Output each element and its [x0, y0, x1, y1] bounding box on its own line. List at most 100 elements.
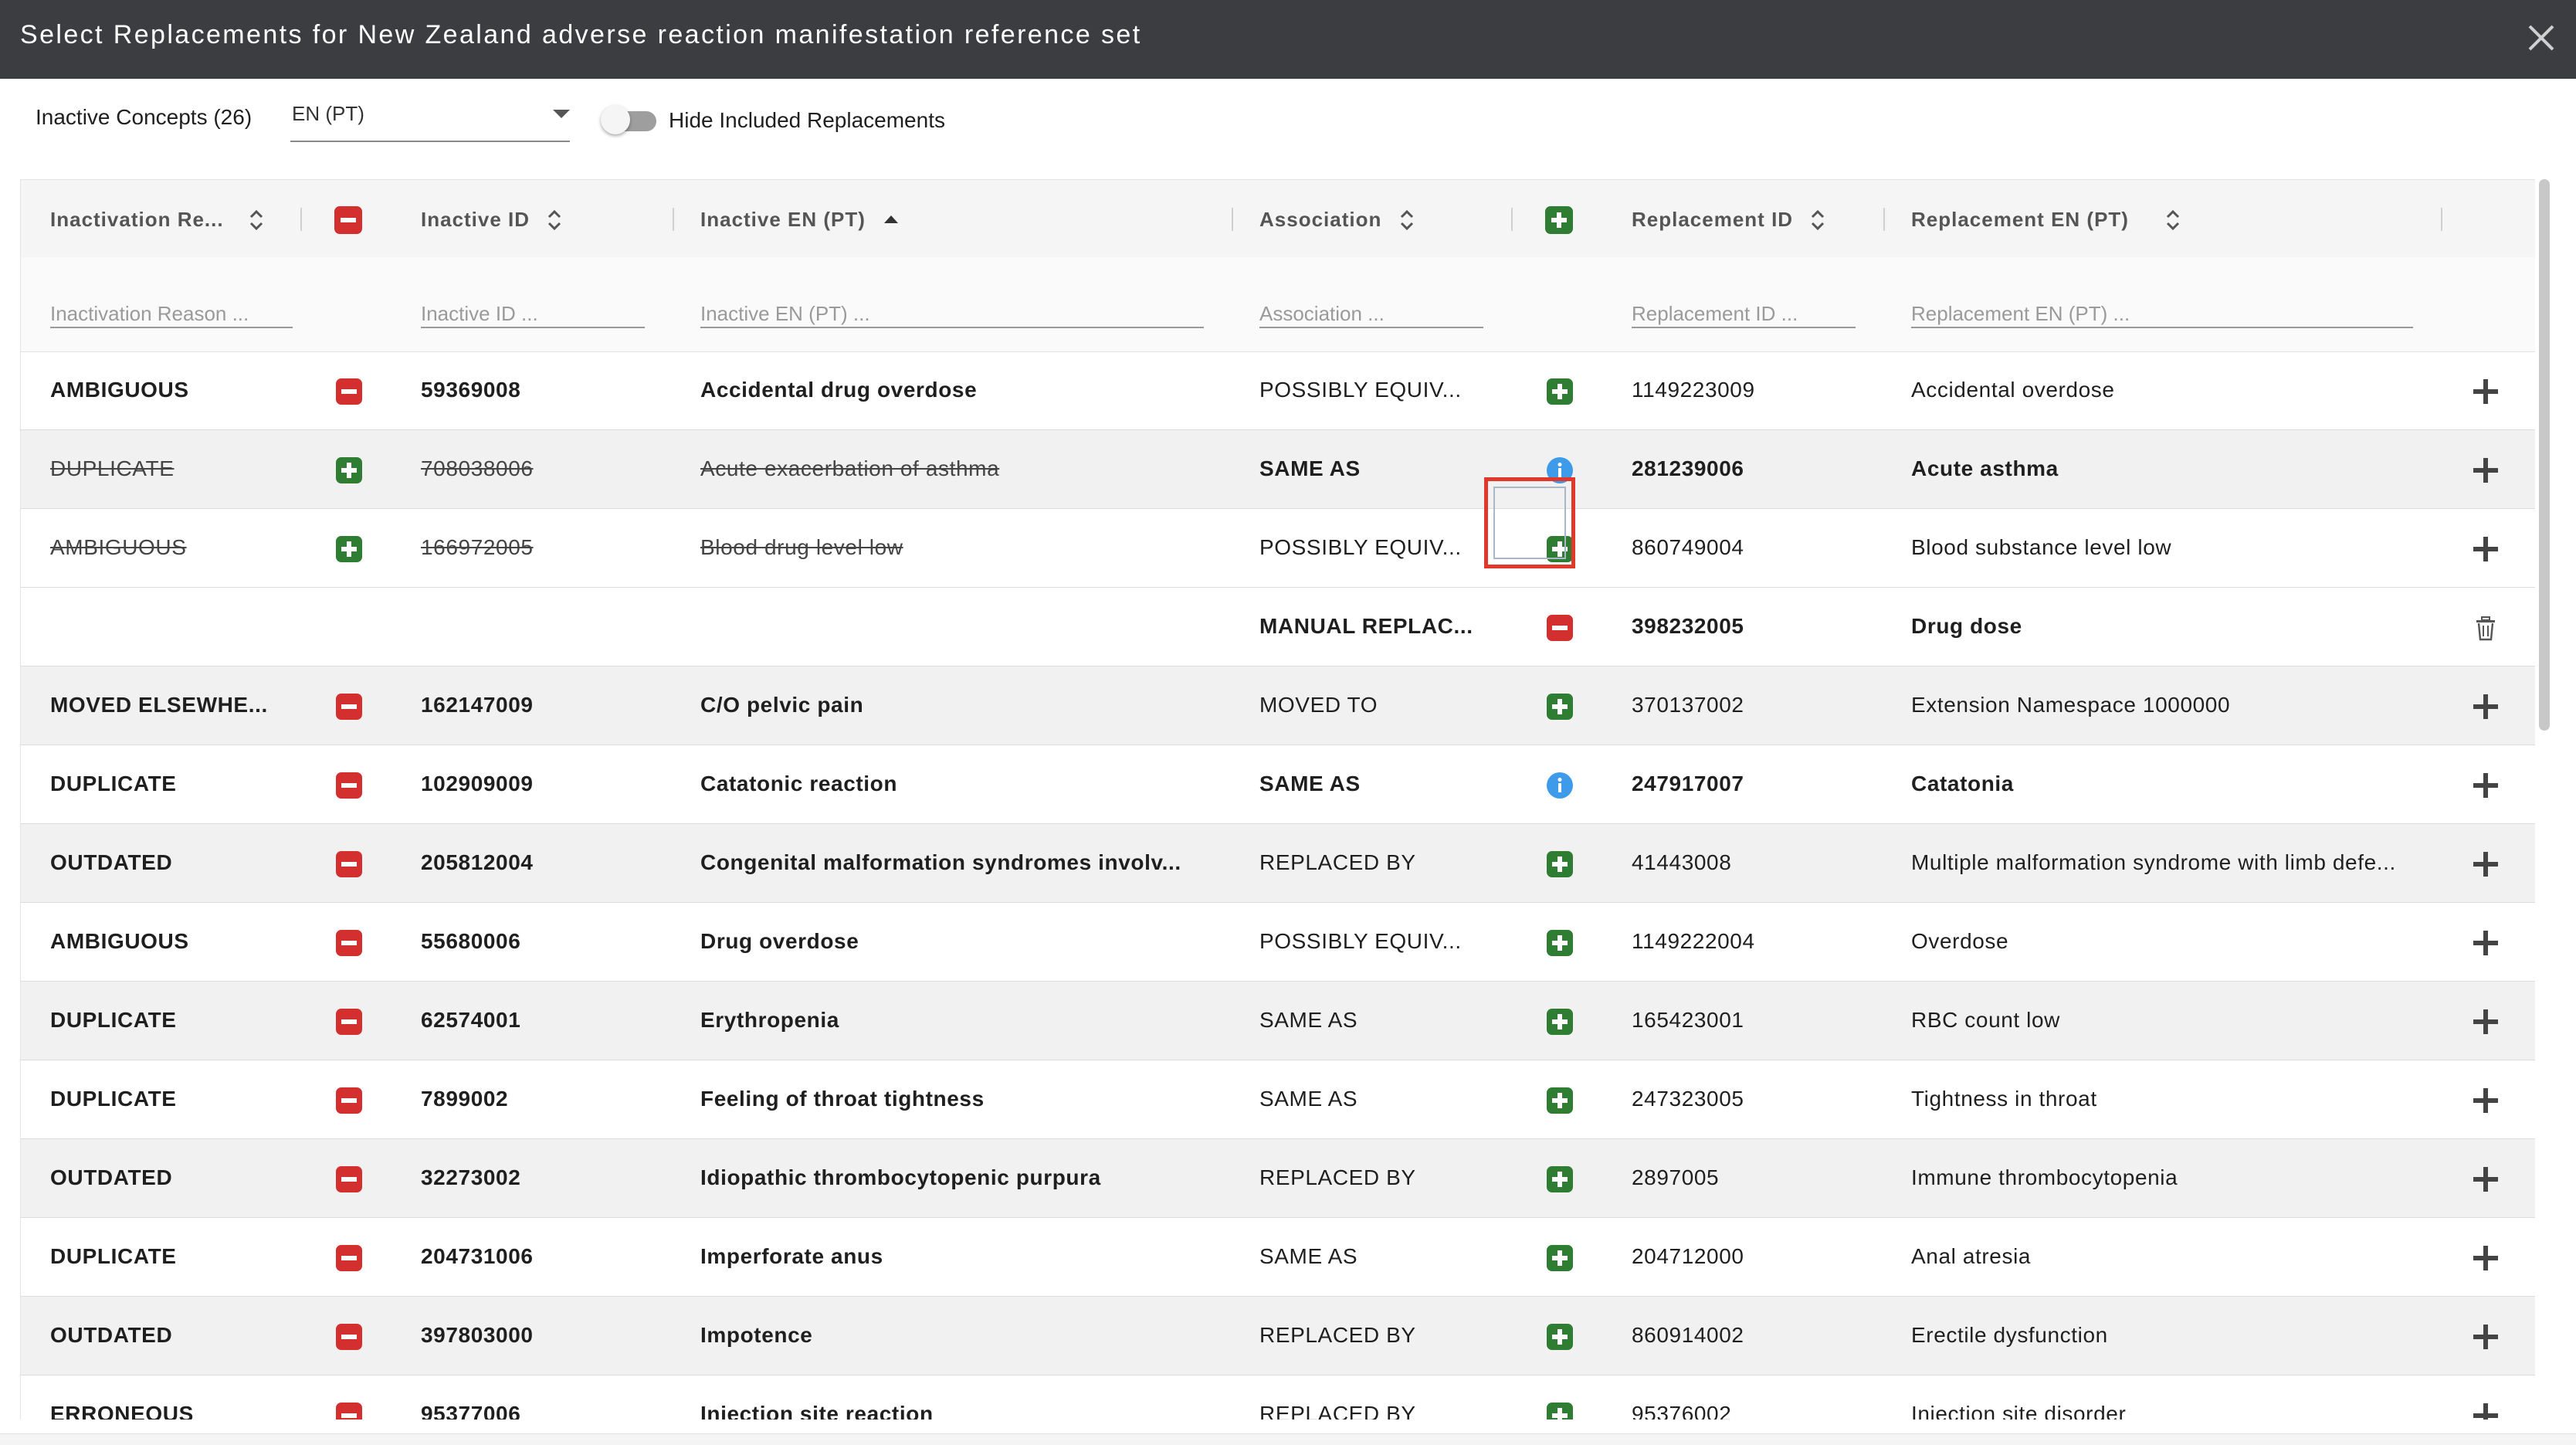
info-icon[interactable] [1547, 772, 1573, 799]
remove-icon[interactable] [336, 851, 362, 877]
column-separator [673, 208, 674, 231]
header-inactive-id[interactable]: Inactive ID [421, 208, 530, 232]
inactive-en: Accidental drug overdose [700, 378, 978, 402]
add-all-icon[interactable] [1545, 206, 1573, 234]
replacement-en: Anal atresia [1911, 1244, 2032, 1268]
replacement-en: Tightness in throat [1911, 1087, 2097, 1111]
table-row[interactable]: AMBIGUOUS 55680006 Drug overdose POSSIBLY E… [21, 903, 2535, 982]
add-row-icon[interactable] [2472, 772, 2500, 799]
inactive-en: Impotence [700, 1323, 813, 1347]
association: SAME AS [1259, 772, 1361, 795]
dialog-footer [0, 1433, 2576, 1445]
add-icon[interactable] [1547, 694, 1573, 720]
table-row[interactable]: DUPLICATE 7899002 Feeling of throat tightn… [21, 1060, 2535, 1139]
hide-included-toggle[interactable] [601, 105, 656, 134]
replacement-id: 398232005 [1632, 614, 1744, 638]
table-row[interactable]: DUPLICATE 62574001 Erythropenia SAME AS 1654… [21, 982, 2535, 1060]
add-icon[interactable] [1547, 1009, 1573, 1035]
focus-outline [1493, 487, 1566, 559]
header-inactive-en[interactable]: Inactive EN (PT) [700, 208, 866, 232]
add-row-icon[interactable] [2472, 1244, 2500, 1272]
sort-icon[interactable] [546, 208, 563, 232]
add-icon[interactable] [1547, 1324, 1573, 1350]
filter-association[interactable] [1259, 300, 1483, 328]
remove-icon[interactable] [336, 1166, 362, 1192]
inactive-en: Imperforate anus [700, 1244, 883, 1268]
add-icon[interactable] [336, 457, 362, 483]
header-replacement-id[interactable]: Replacement ID [1632, 208, 1793, 232]
add-row-icon[interactable] [2472, 1165, 2500, 1193]
remove-icon[interactable] [336, 1087, 362, 1114]
header-association[interactable]: Association [1259, 208, 1381, 232]
inactive-id: 95377006 [421, 1402, 521, 1420]
table-row[interactable]: DUPLICATE 708038006 Acute exacerbation of … [21, 430, 2535, 509]
add-row-icon[interactable] [2472, 850, 2500, 878]
remove-icon[interactable] [336, 1009, 362, 1035]
inactive-en: Erythropenia [700, 1008, 839, 1032]
remove-icon[interactable] [336, 694, 362, 720]
add-icon[interactable] [336, 536, 362, 562]
table-row[interactable]: ERRONEOUS 95377006 Injection site reaction… [21, 1375, 2535, 1420]
trash-icon[interactable] [2472, 614, 2500, 642]
header-inactivation-reason[interactable]: Inactivation Re... [50, 208, 224, 232]
close-icon[interactable] [2523, 20, 2559, 56]
add-icon[interactable] [1547, 1166, 1573, 1192]
add-row-icon[interactable] [2472, 1008, 2500, 1036]
remove-icon[interactable] [336, 930, 362, 956]
table-row[interactable]: OUTDATED 32273002 Idiopathic thrombocytope… [21, 1139, 2535, 1218]
replacement-en: Overdose [1911, 929, 2009, 953]
sort-ascending-icon[interactable] [883, 208, 900, 232]
sort-icon[interactable] [1809, 208, 1826, 232]
inactive-en: Drug overdose [700, 929, 859, 953]
add-icon[interactable] [1547, 1087, 1573, 1114]
sort-icon[interactable] [248, 208, 265, 232]
association: MANUAL REPLAC... [1259, 614, 1473, 638]
add-icon[interactable] [1547, 1245, 1573, 1271]
inactive-id: 7899002 [421, 1087, 509, 1111]
table-row[interactable]: AMBIGUOUS 59369008 Accidental drug overdos… [21, 351, 2535, 430]
add-icon[interactable] [1547, 1403, 1573, 1420]
filter-replacement-en[interactable] [1911, 300, 2413, 328]
add-row-icon[interactable] [2472, 929, 2500, 957]
add-row-icon[interactable] [2472, 693, 2500, 721]
remove-all-icon[interactable] [334, 206, 362, 234]
remove-icon[interactable] [336, 1403, 362, 1420]
remove-icon[interactable] [336, 1245, 362, 1271]
association: POSSIBLY EQUIV... [1259, 535, 1462, 559]
remove-icon[interactable] [336, 772, 362, 799]
table-row[interactable]: MOVED ELSEWHE... 162147009 C/O pelvic pain… [21, 667, 2535, 745]
filter-inactivation-reason[interactable] [50, 300, 293, 328]
add-icon[interactable] [1547, 930, 1573, 956]
filter-replacement-id[interactable] [1632, 300, 1856, 328]
remove-icon[interactable] [336, 1324, 362, 1350]
add-row-icon[interactable] [2472, 1323, 2500, 1351]
add-icon[interactable] [1547, 851, 1573, 877]
filter-inactive-en[interactable] [700, 300, 1204, 328]
table-row[interactable]: DUPLICATE 102909009 Catatonic reaction SAME… [21, 745, 2535, 824]
vertical-scrollbar[interactable] [2539, 179, 2550, 731]
inactive-en: Blood drug level low [700, 535, 903, 559]
header-replacement-en[interactable]: Replacement EN (PT) [1911, 208, 2129, 232]
sort-icon[interactable] [2164, 208, 2181, 232]
add-row-icon[interactable] [2472, 1087, 2500, 1114]
add-row-icon[interactable] [2472, 1402, 2500, 1420]
remove-icon[interactable] [336, 378, 362, 405]
remove-icon[interactable] [1547, 615, 1573, 641]
association: REPLACED BY [1259, 1165, 1416, 1189]
table-row[interactable]: OUTDATED 205812004 Congenital malformation… [21, 824, 2535, 903]
add-row-icon[interactable] [2472, 378, 2500, 405]
table-row[interactable]: DUPLICATE 204731006 Imperforate anus SAME A… [21, 1218, 2535, 1297]
table-row[interactable]: MANUAL REPLAC... 398232005 Drug dose [21, 588, 2535, 667]
add-row-icon[interactable] [2472, 456, 2500, 484]
add-row-icon[interactable] [2472, 535, 2500, 563]
column-separator [1232, 208, 1233, 231]
inactive-id: 32273002 [421, 1165, 521, 1189]
table-row[interactable]: OUTDATED 397803000 Impotence REPLACED BY 860… [21, 1297, 2535, 1375]
filter-inactive-id[interactable] [421, 300, 645, 328]
replacements-table: Inactivation Re... Inactive ID Inactive … [20, 179, 2535, 1420]
add-icon[interactable] [1547, 378, 1573, 405]
language-select[interactable]: EN (PT) [290, 97, 570, 142]
table-row[interactable]: AMBIGUOUS 166972005 Blood drug level low PO… [21, 509, 2535, 588]
sort-icon[interactable] [1398, 208, 1415, 232]
inactive-id: 102909009 [421, 772, 534, 795]
